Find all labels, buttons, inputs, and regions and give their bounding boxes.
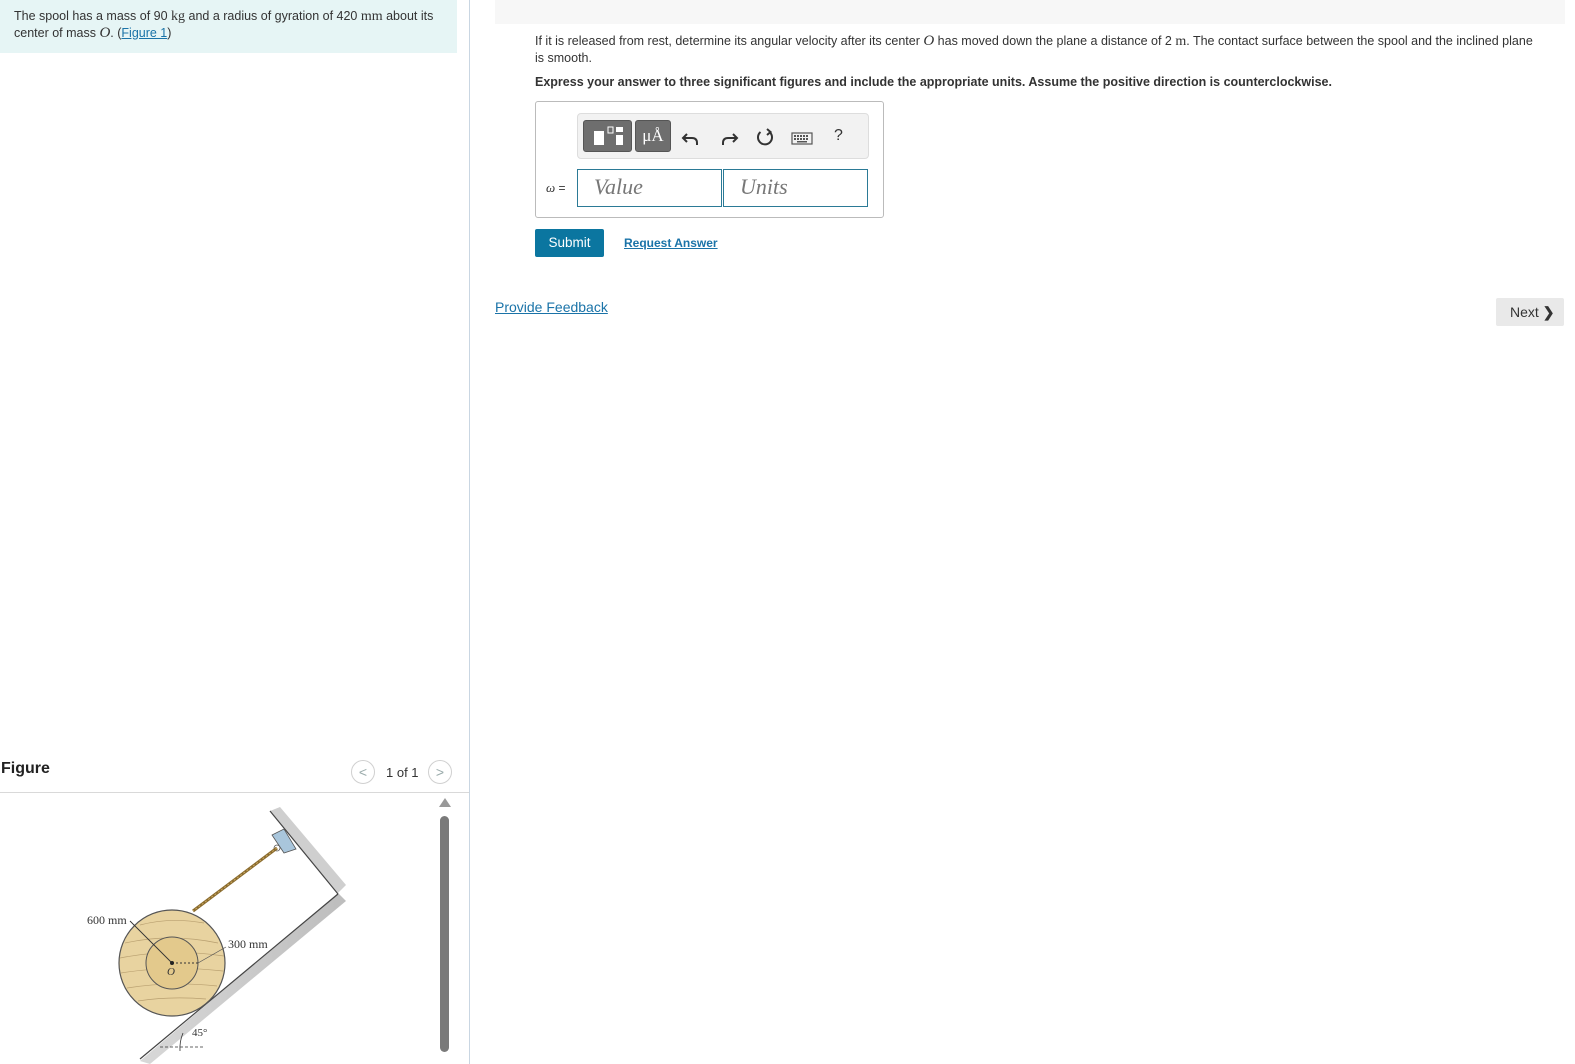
redo-icon[interactable] bbox=[718, 126, 740, 148]
inner-radius-label: 300 mm bbox=[228, 937, 268, 951]
question-part: If it is released from rest, determine i… bbox=[535, 34, 924, 48]
unit-mm: mm bbox=[360, 9, 383, 24]
figure-link[interactable]: Figure 1 bbox=[121, 26, 167, 40]
keyboard-icon[interactable] bbox=[790, 126, 814, 148]
undo-icon[interactable] bbox=[680, 126, 702, 148]
left-pane: The spool has a mass of 90 kg and a radi… bbox=[0, 0, 470, 1064]
intro-text: . ( bbox=[110, 26, 122, 40]
next-button[interactable]: Next ❯ bbox=[1496, 298, 1564, 326]
question-text: If it is released from rest, determine i… bbox=[535, 33, 1545, 66]
question-part: has moved down the plane a distance of 2 bbox=[934, 34, 1176, 48]
outer-radius-label: 600 mm bbox=[87, 913, 127, 927]
answer-variable-label: ω = bbox=[546, 180, 566, 196]
wall-shadow bbox=[270, 807, 346, 893]
right-pane: If it is released from rest, determine i… bbox=[469, 0, 1575, 1064]
next-label: Next bbox=[1510, 304, 1539, 320]
scroll-up-arrow-icon[interactable] bbox=[439, 798, 451, 807]
spool-figure: 600 mm 300 mm O 45° bbox=[87, 807, 346, 1064]
angle-label: 45° bbox=[192, 1027, 207, 1039]
request-answer-link[interactable]: Request Answer bbox=[624, 236, 718, 250]
symbol-o: O bbox=[923, 33, 935, 49]
provide-feedback-link[interactable]: Provide Feedback bbox=[495, 299, 608, 315]
value-input[interactable]: Value bbox=[577, 169, 722, 207]
symbol-o: O bbox=[99, 25, 111, 41]
submit-button[interactable]: Submit bbox=[535, 229, 604, 257]
figure-title: Figure bbox=[1, 760, 50, 777]
intro-text: and a radius of gyration of 420 bbox=[185, 9, 361, 23]
chevron-right-icon: ❯ bbox=[1542, 304, 1555, 320]
figure-next-button[interactable]: > bbox=[428, 760, 452, 784]
reset-icon[interactable] bbox=[754, 126, 776, 148]
problem-intro: The spool has a mass of 90 kg and a radi… bbox=[0, 0, 457, 53]
units-input[interactable]: Units bbox=[723, 169, 868, 207]
wall-line bbox=[269, 810, 339, 895]
math-toolbar: μÅ ? bbox=[577, 113, 869, 159]
unit-m: m bbox=[1175, 34, 1187, 49]
omega-symbol: ω bbox=[546, 180, 556, 195]
header-strip bbox=[495, 0, 1565, 24]
scrollbar-thumb[interactable] bbox=[440, 816, 449, 1052]
intro-text: ) bbox=[167, 26, 172, 40]
figure-header: Figure < 1 of 1 > bbox=[0, 752, 469, 793]
unit-kg: kg bbox=[171, 9, 186, 24]
templates-icon[interactable] bbox=[583, 120, 632, 152]
center-label: O bbox=[167, 966, 175, 978]
center-point bbox=[170, 961, 174, 965]
units-icon[interactable]: μÅ bbox=[635, 120, 671, 152]
answer-box: μÅ ? ω = Value Units bbox=[535, 101, 884, 218]
intro-text: The spool has a mass of 90 bbox=[14, 9, 172, 23]
answer-instruction: Express your answer to three significant… bbox=[535, 75, 1332, 89]
figure-prev-button[interactable]: < bbox=[351, 760, 375, 784]
equals-sign: = bbox=[555, 181, 566, 195]
help-icon[interactable]: ? bbox=[834, 127, 843, 145]
figure-counter: 1 of 1 bbox=[386, 765, 419, 780]
